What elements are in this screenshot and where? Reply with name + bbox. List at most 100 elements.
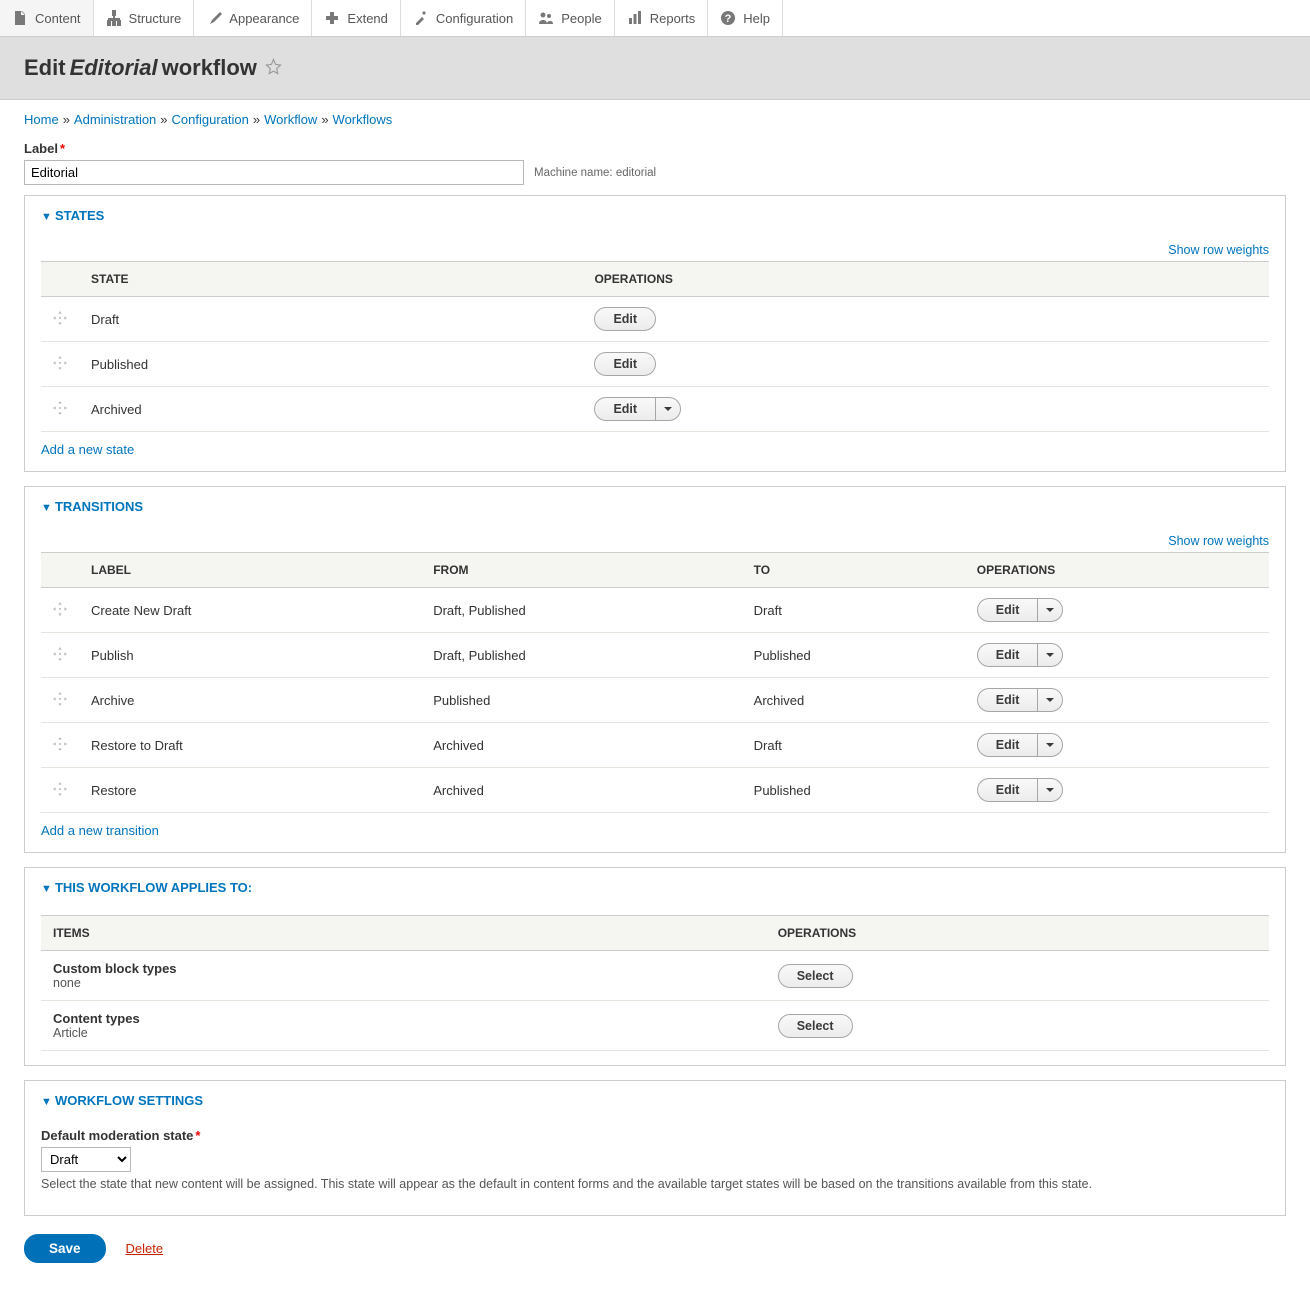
- applies-th-ops: OPERATIONS: [766, 916, 1269, 951]
- edit-button[interactable]: Edit: [594, 307, 656, 331]
- item-sub: Article: [53, 1026, 754, 1040]
- table-row: Content typesArticleSelect: [41, 1001, 1269, 1051]
- transition-label: Restore to Draft: [79, 723, 421, 768]
- breadcrumb-link[interactable]: Administration: [74, 112, 156, 127]
- toolbar-reports[interactable]: Reports: [615, 0, 709, 36]
- edit-button[interactable]: Edit: [977, 733, 1038, 757]
- toolbar-structure[interactable]: Structure: [94, 0, 195, 36]
- dropdown-toggle[interactable]: [1037, 598, 1063, 622]
- content-icon: [12, 10, 28, 26]
- structure-icon: [106, 10, 122, 26]
- transition-from: Draft, Published: [421, 588, 741, 633]
- dropdown-toggle[interactable]: [1037, 733, 1063, 757]
- transitions-section: Transitions Show row weights LABEL FROM …: [24, 486, 1286, 853]
- favorite-star-icon[interactable]: [265, 55, 282, 81]
- transition-label: Create New Draft: [79, 588, 421, 633]
- toolbar-label: Help: [743, 11, 770, 26]
- dropdown-toggle[interactable]: [655, 397, 681, 421]
- transitions-summary[interactable]: Transitions: [25, 487, 1285, 526]
- title-bar: Edit Editorial workflow: [0, 37, 1310, 100]
- edit-button[interactable]: Edit: [977, 688, 1038, 712]
- drag-handle-icon[interactable]: [41, 588, 79, 633]
- transition-label: Archive: [79, 678, 421, 723]
- edit-button[interactable]: Edit: [594, 352, 656, 376]
- breadcrumb-link[interactable]: Home: [24, 112, 59, 127]
- breadcrumb-link[interactable]: Workflows: [333, 112, 393, 127]
- states-summary[interactable]: States: [25, 196, 1285, 235]
- label-field-label: Label*: [24, 141, 65, 156]
- title-suffix: workflow: [162, 55, 257, 81]
- drag-handle-icon[interactable]: [41, 387, 79, 432]
- drag-handle-icon[interactable]: [41, 768, 79, 813]
- select-button[interactable]: Select: [778, 1014, 853, 1038]
- item-sub: none: [53, 976, 754, 990]
- settings-summary[interactable]: Workflow Settings: [25, 1081, 1285, 1120]
- title-prefix: Edit: [24, 55, 66, 81]
- toolbar-appearance[interactable]: Appearance: [194, 0, 312, 36]
- select-button[interactable]: Select: [778, 964, 853, 988]
- states-th-ops: OPERATIONS: [582, 262, 1269, 297]
- settings-section: Workflow Settings Default moderation sta…: [24, 1080, 1286, 1216]
- edit-button[interactable]: Edit: [977, 598, 1038, 622]
- item-title: Custom block types: [53, 961, 754, 976]
- transitions-table: LABEL FROM TO OPERATIONS Create New Draf…: [41, 552, 1269, 813]
- toolbar-label: Structure: [129, 11, 182, 26]
- save-button[interactable]: Save: [24, 1234, 106, 1263]
- add-transition-link[interactable]: Add a new transition: [41, 823, 159, 838]
- default-state-label: Default moderation state*: [41, 1128, 200, 1143]
- edit-button[interactable]: Edit: [977, 778, 1038, 802]
- applies-table: ITEMS OPERATIONS Custom block typesnoneS…: [41, 915, 1269, 1051]
- machine-name: Machine name: editorial: [534, 167, 656, 179]
- states-row-weights-link[interactable]: Show row weights: [1168, 243, 1269, 257]
- label-input[interactable]: [24, 160, 524, 185]
- transition-label: Publish: [79, 633, 421, 678]
- toolbar-content[interactable]: Content: [0, 0, 94, 36]
- breadcrumb-link[interactable]: Configuration: [172, 112, 249, 127]
- dropdown-toggle[interactable]: [1037, 643, 1063, 667]
- states-table: STATE OPERATIONS DraftEditPublishedEditA…: [41, 261, 1269, 432]
- toolbar-help[interactable]: ? Help: [708, 0, 783, 36]
- add-state-link[interactable]: Add a new state: [41, 442, 134, 457]
- transitions-row-weights-link[interactable]: Show row weights: [1168, 534, 1269, 548]
- breadcrumb-link[interactable]: Workflow: [264, 112, 317, 127]
- table-row: Custom block typesnone Select: [41, 951, 1269, 1001]
- extend-icon: [324, 10, 340, 26]
- toolbar-label: Configuration: [436, 11, 513, 26]
- transition-to: Published: [742, 768, 965, 813]
- transition-label: Restore: [79, 768, 421, 813]
- state-name: Published: [79, 342, 582, 387]
- trans-th-label: LABEL: [79, 553, 421, 588]
- trans-th-ops: OPERATIONS: [965, 553, 1269, 588]
- toolbar-people[interactable]: People: [526, 0, 614, 36]
- dropdown-toggle[interactable]: [1037, 688, 1063, 712]
- drag-handle-icon[interactable]: [41, 678, 79, 723]
- toolbar-label: Content: [35, 11, 81, 26]
- dropdown-toggle[interactable]: [1037, 778, 1063, 802]
- table-row: DraftEdit: [41, 297, 1269, 342]
- drag-handle-icon[interactable]: [41, 297, 79, 342]
- admin-toolbar: Content Structure Appearance Extend Configur…: [0, 0, 1310, 37]
- drag-handle-icon[interactable]: [41, 342, 79, 387]
- toolbar-extend[interactable]: Extend: [312, 0, 400, 36]
- default-state-desc: Select the state that new content will b…: [41, 1177, 1269, 1191]
- table-row: Create New DraftDraft, PublishedDraftEdi…: [41, 588, 1269, 633]
- drag-handle-icon[interactable]: [41, 723, 79, 768]
- delete-link[interactable]: Delete: [126, 1241, 164, 1256]
- applies-summary[interactable]: This workflow applies to:: [25, 868, 1285, 907]
- breadcrumb: Home»Administration»Configuration»Workfl…: [24, 112, 1286, 127]
- toolbar-label: People: [561, 11, 601, 26]
- transition-from: Archived: [421, 723, 741, 768]
- state-name: Archived: [79, 387, 582, 432]
- transition-from: Draft, Published: [421, 633, 741, 678]
- help-icon: ?: [720, 10, 736, 26]
- states-section: States Show row weights STATE OPERATIONS…: [24, 195, 1286, 472]
- edit-button[interactable]: Edit: [977, 643, 1038, 667]
- table-row: ArchivePublishedArchivedEdit: [41, 678, 1269, 723]
- drag-handle-icon[interactable]: [41, 633, 79, 678]
- toolbar-label: Appearance: [229, 11, 299, 26]
- default-state-select[interactable]: Draft: [41, 1147, 131, 1172]
- edit-button[interactable]: Edit: [594, 397, 655, 421]
- title-em: Editorial: [70, 55, 158, 81]
- toolbar-configuration[interactable]: Configuration: [401, 0, 526, 36]
- transition-to: Draft: [742, 723, 965, 768]
